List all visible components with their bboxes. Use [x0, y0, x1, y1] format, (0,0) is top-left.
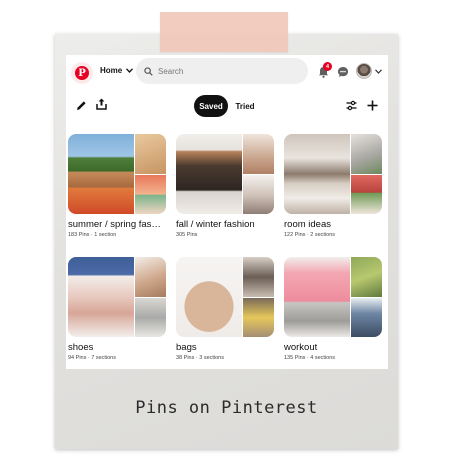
pin-image	[351, 257, 382, 297]
board-meta: 305 Pins	[176, 232, 198, 238]
washi-tape	[160, 12, 288, 52]
filter-icon	[346, 100, 356, 110]
pin-image	[68, 134, 134, 214]
pin-image	[135, 257, 166, 297]
header-bar: P Home Search 4	[66, 55, 388, 91]
edit-button[interactable]	[75, 99, 87, 111]
board-meta: 183 Pins · 1 section	[68, 232, 117, 238]
messages-button[interactable]	[336, 65, 350, 79]
notification-badge: 4	[323, 62, 332, 71]
share-icon	[95, 98, 107, 110]
pin-image	[243, 134, 274, 174]
board-title: summer / spring fashi...	[68, 219, 166, 230]
board-cover	[68, 257, 166, 337]
board-title: fall / winter fashion	[176, 219, 255, 230]
board-cover	[176, 134, 274, 214]
board-card[interactable]: summer / spring fashi... 183 Pins · 1 se…	[68, 134, 166, 238]
plus-icon	[367, 100, 377, 110]
search-input[interactable]: Search	[136, 58, 308, 84]
board-cover	[68, 134, 166, 214]
tab-tried[interactable]: Tried	[232, 95, 258, 117]
pin-image	[284, 257, 350, 337]
board-title: shoes	[68, 342, 94, 353]
pin-image	[243, 257, 274, 297]
pin-image	[68, 257, 134, 337]
pin-image	[135, 175, 166, 214]
pin-image	[243, 175, 274, 214]
board-card[interactable]: workout 135 Pins · 4 sections	[284, 257, 382, 361]
search-icon	[144, 66, 153, 76]
pin-image	[351, 134, 382, 174]
pin-image	[135, 134, 166, 174]
pin-image	[176, 257, 242, 337]
account-menu-button[interactable]	[374, 67, 382, 75]
pin-image	[351, 175, 382, 214]
board-title: bags	[176, 342, 197, 353]
create-button[interactable]	[366, 99, 378, 111]
notifications-button[interactable]: 4	[316, 62, 332, 79]
pin-image	[135, 298, 166, 337]
home-label: Home	[100, 66, 123, 75]
board-cover	[176, 257, 274, 337]
caption-text: Pins on Pinterest	[135, 398, 318, 418]
pin-image	[351, 298, 382, 337]
board-card[interactable]: shoes 94 Pins · 7 sections	[68, 257, 166, 361]
board-card[interactable]: room ideas 122 Pins · 2 sections	[284, 134, 382, 238]
board-cover	[284, 257, 382, 337]
chevron-down-icon	[374, 68, 382, 74]
board-card[interactable]: bags 38 Pins · 3 sections	[176, 257, 274, 361]
share-button[interactable]	[95, 98, 107, 110]
board-meta: 135 Pins · 4 sections	[284, 355, 336, 361]
board-cover	[284, 134, 382, 214]
board-card[interactable]: fall / winter fashion 305 Pins	[176, 134, 274, 238]
home-dropdown[interactable]: Home	[100, 66, 134, 75]
search-placeholder: Search	[158, 66, 184, 76]
board-meta: 122 Pins · 2 sections	[284, 232, 336, 238]
pin-image	[284, 134, 350, 214]
pencil-icon	[76, 100, 86, 110]
pinterest-logo-icon[interactable]: P	[71, 62, 93, 84]
profile-avatar[interactable]	[356, 63, 372, 79]
board-meta: 38 Pins · 3 sections	[176, 355, 224, 361]
profile-toolbar: Saved Tried	[66, 95, 388, 121]
board-title: room ideas	[284, 219, 331, 230]
board-meta: 94 Pins · 7 sections	[68, 355, 116, 361]
chevron-down-icon	[126, 68, 134, 73]
pin-image	[176, 134, 242, 214]
board-title: workout	[284, 342, 318, 353]
filter-button[interactable]	[345, 99, 357, 111]
tab-saved[interactable]: Saved	[194, 95, 228, 117]
chat-bubble-icon	[338, 67, 348, 77]
pin-image	[243, 298, 274, 337]
pinterest-screen: P Home Search 4 Saved Tried summer / spr…	[66, 55, 388, 369]
